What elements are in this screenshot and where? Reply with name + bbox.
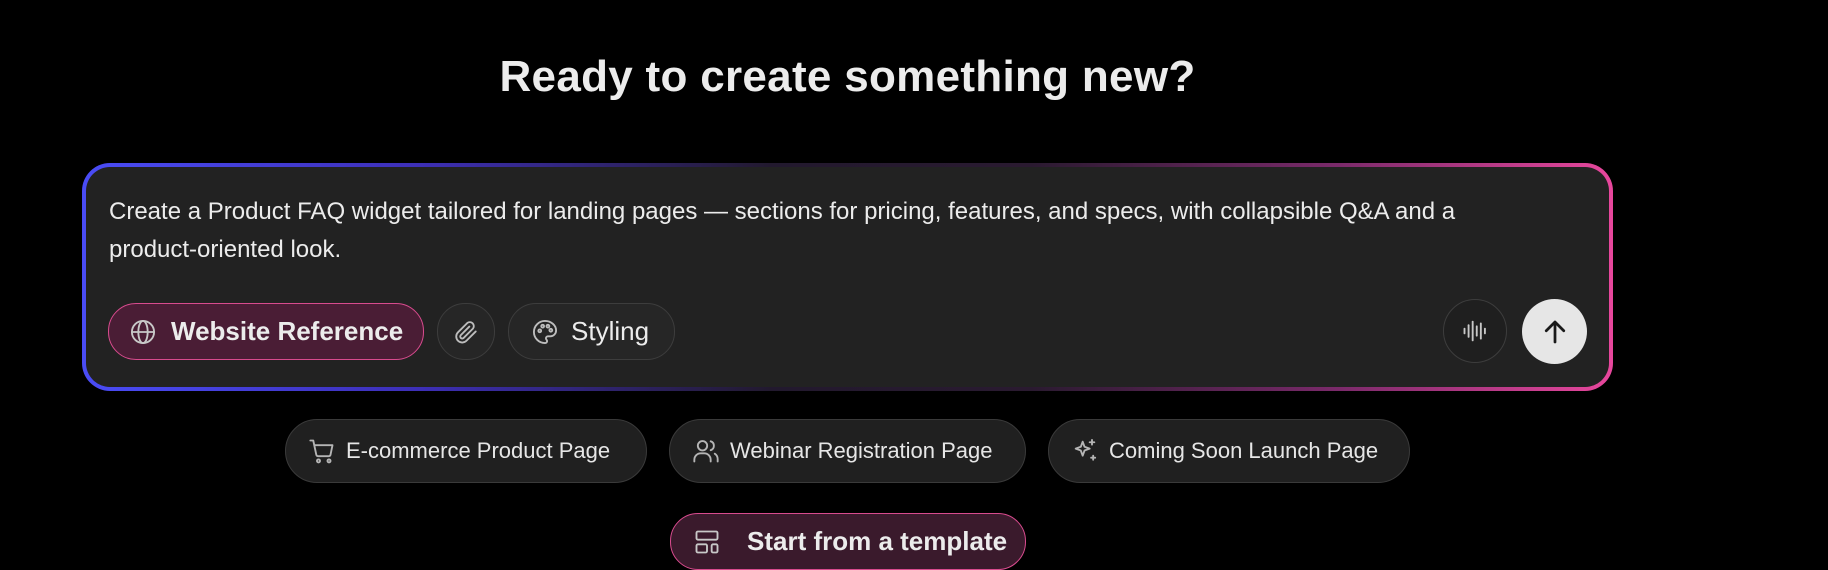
website-reference-button[interactable]: Website Reference bbox=[108, 303, 424, 360]
app-root: Ready to create something new? Create a … bbox=[0, 0, 1828, 570]
suggestion-label: E-commerce Product Page bbox=[346, 438, 611, 463]
suggestion-ecommerce-product-page[interactable]: E-commerce Product Page bbox=[285, 419, 647, 483]
layout-template-icon bbox=[693, 528, 721, 556]
page-heading: Ready to create something new? bbox=[499, 52, 1196, 101]
start-from-template-button[interactable]: Start from a template bbox=[670, 513, 1026, 570]
suggestion-label: Webinar Registration Page bbox=[730, 438, 993, 463]
sparkles-icon bbox=[1071, 437, 1099, 465]
voice-input-button[interactable] bbox=[1443, 299, 1507, 363]
arrow-up-icon bbox=[1540, 317, 1570, 347]
palette-icon bbox=[531, 318, 559, 346]
attach-file-button[interactable] bbox=[437, 303, 495, 360]
shopping-cart-icon bbox=[308, 437, 336, 465]
template-button-label: Start from a template bbox=[747, 526, 1008, 556]
send-button[interactable] bbox=[1522, 299, 1587, 364]
prompt-input[interactable]: Create a Product FAQ widget tailored for… bbox=[109, 193, 1549, 269]
composer-body: Create a Product FAQ widget tailored for… bbox=[86, 167, 1609, 387]
suggestion-label: Coming Soon Launch Page bbox=[1109, 438, 1379, 463]
paperclip-icon bbox=[453, 319, 479, 345]
website-reference-label: Website Reference bbox=[171, 316, 404, 346]
styling-button[interactable]: Styling bbox=[508, 303, 675, 360]
suggestion-coming-soon-launch-page[interactable]: Coming Soon Launch Page bbox=[1048, 419, 1410, 483]
users-icon bbox=[692, 437, 720, 465]
globe-icon bbox=[129, 318, 157, 346]
suggestion-webinar-registration-page[interactable]: Webinar Registration Page bbox=[669, 419, 1026, 483]
audio-waveform-icon bbox=[1461, 317, 1489, 345]
prompt-composer: Create a Product FAQ widget tailored for… bbox=[82, 163, 1613, 391]
styling-label: Styling bbox=[571, 316, 650, 346]
